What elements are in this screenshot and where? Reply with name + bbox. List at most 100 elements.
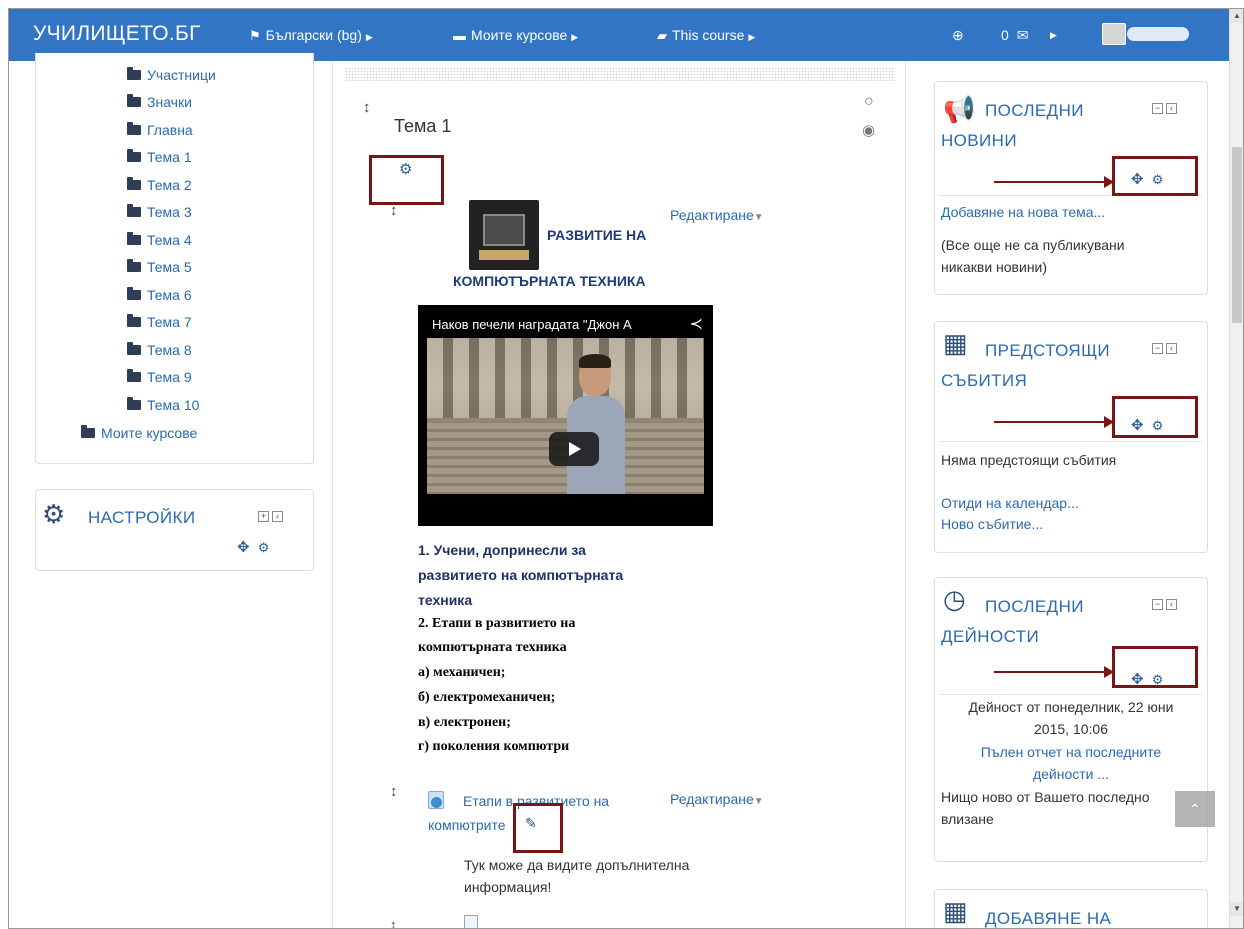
embedded-video[interactable]: Наков печели наградата "Джон А ≺ — [418, 305, 713, 526]
activity-since-line1: Дейност от понеделник, 22 юни — [968, 699, 1174, 715]
scroll-up-arrow-icon[interactable]: ▲ — [1230, 9, 1243, 23]
folder-icon — [127, 94, 141, 107]
add-new-topic-link[interactable]: Добавяне на нова тема... — [941, 204, 1105, 220]
calendar-icon: ▦ — [943, 328, 968, 358]
activity-since-line2: 2015, 10:06 — [1034, 721, 1108, 737]
annotation-arrow — [994, 416, 1114, 428]
tree-item-label: Тема 8 — [147, 342, 192, 358]
book-icon: ▰ — [657, 28, 667, 43]
person-figure — [567, 354, 625, 494]
info-text-line2: информация! — [464, 879, 552, 895]
events-title-line2: СЪБИТИЯ — [941, 371, 1028, 390]
tree-item-label: Участници — [147, 67, 216, 83]
tree-item-topic-5[interactable]: Тема 5 — [127, 259, 192, 275]
envelope-icon: ✉ — [1016, 27, 1029, 43]
edit-menu-resource[interactable]: Редактиране▼ — [670, 207, 764, 223]
tree-item-topic-6[interactable]: Тема 6 — [127, 287, 192, 303]
folder-icon — [127, 287, 141, 300]
annotation-box — [369, 155, 444, 205]
tree-item-my-courses[interactable]: Моите курсове — [81, 425, 197, 441]
description-line: а) механичен; — [418, 665, 506, 680]
person-hair — [579, 354, 611, 368]
tree-item-topic-7[interactable]: Тема 7 — [127, 314, 192, 330]
tree-item-topic-2[interactable]: Тема 2 — [127, 177, 192, 193]
tree-item-participants[interactable]: Участници — [127, 67, 216, 83]
dock-icon[interactable]: ‹ — [1166, 598, 1177, 610]
add-block-block: ▦ ДОБАВЯНЕ НА — [934, 889, 1208, 928]
activity-drag-handle-icon[interactable]: ↕ — [390, 917, 397, 928]
block-controls: − ‹ — [1149, 342, 1177, 354]
annotation-box — [1112, 156, 1198, 196]
add-block-title: ДОБАВЯНЕ НА — [985, 909, 1112, 928]
vertical-scrollbar[interactable]: ▲ ▼ — [1229, 9, 1243, 928]
folder-icon — [127, 342, 141, 355]
highlight-lightbulb-icon[interactable]: ○ — [864, 93, 874, 111]
resource-title-line1: РАЗВИТИЕ НА — [547, 227, 647, 243]
folder-icon — [127, 259, 141, 272]
this-course-label: This course — [672, 27, 745, 43]
clock-icon: ◷ — [943, 584, 966, 614]
description-line: компютърната техника — [418, 640, 567, 655]
full-report-link-line1[interactable]: Пълен отчет на последните — [940, 744, 1202, 760]
notifications-icon[interactable]: ⊕ — [952, 27, 964, 44]
dock-icon[interactable]: ‹ — [272, 510, 283, 522]
section-zero-strip — [345, 67, 895, 81]
computer-resource-icon — [469, 200, 539, 270]
tree-item-topic-9[interactable]: Тема 9 — [127, 369, 192, 385]
tree-item-topic-8[interactable]: Тема 8 — [127, 342, 192, 358]
url-resource-icon — [428, 791, 444, 809]
nothing-new-line1: Нищо ново от Вашето последно — [941, 789, 1150, 805]
user-avatar[interactable] — [1102, 23, 1126, 45]
block-actions-gear-icon[interactable]: ⚙ — [258, 540, 270, 555]
goto-calendar-link[interactable]: Отиди на календар... — [941, 495, 1079, 511]
folder-icon — [127, 122, 141, 135]
this-course-menu[interactable]: ▰ This course ▶ — [657, 27, 755, 44]
news-title-line1: ПОСЛЕДНИ — [985, 101, 1084, 120]
flag-icon: ⚑ — [249, 28, 261, 43]
tree-item-topic-1[interactable]: Тема 1 — [127, 149, 192, 165]
activity-drag-handle-icon[interactable]: ↕ — [390, 202, 398, 219]
resource-link-line2[interactable]: компютрите — [428, 817, 506, 833]
messages-menu[interactable]: 0 ✉ — [1001, 27, 1028, 44]
collapse-icon[interactable]: − — [1152, 102, 1163, 114]
language-menu[interactable]: ⚑ Български (bg) ▶ — [249, 27, 373, 44]
description-line: в) електронен; — [418, 715, 511, 730]
tree-item-topic-3[interactable]: Тема 3 — [127, 204, 192, 220]
description-line: 2. Етапи в развитието на — [418, 616, 576, 631]
tree-item-label: Тема 2 — [147, 177, 192, 193]
move-icon[interactable]: ✥ — [237, 539, 250, 556]
visibility-eye-icon[interactable]: ◉ — [862, 121, 875, 139]
full-report-link-line2[interactable]: дейности ... — [940, 766, 1202, 782]
block-edit-controls: ✥ ⚙ — [237, 538, 269, 556]
settings-block: ⚙ НАСТРОЙКИ + ‹ ✥ ⚙ — [35, 489, 314, 571]
tree-item-main[interactable]: Главна — [127, 122, 193, 138]
section-drag-handle-icon[interactable]: ↕ — [363, 99, 371, 116]
dock-icon[interactable]: ‹ — [1166, 102, 1177, 114]
new-event-link[interactable]: Ново събитие... — [941, 516, 1043, 532]
activity-drag-handle-icon[interactable]: ↕ — [390, 783, 398, 800]
expand-icon[interactable]: + — [258, 510, 269, 522]
column-divider — [332, 61, 333, 928]
play-button-icon[interactable] — [549, 432, 599, 466]
video-title[interactable]: Наков печели наградата "Джон А — [432, 317, 692, 332]
scroll-down-arrow-icon[interactable]: ▼ — [1230, 902, 1243, 916]
tree-item-badges[interactable]: Значки — [127, 94, 192, 110]
monitor-screen — [483, 214, 525, 246]
no-upcoming-events: Няма предстоящи събития — [941, 452, 1117, 468]
tree-item-topic-4[interactable]: Тема 4 — [127, 232, 192, 248]
scroll-thumb[interactable] — [1232, 147, 1242, 323]
briefcase-icon: ▬ — [453, 28, 466, 43]
site-brand[interactable]: УЧИЛИЩЕТО.БГ — [33, 22, 201, 46]
user-menu-caret-icon[interactable]: ▶ — [1050, 30, 1057, 41]
tree-item-topic-10[interactable]: Тема 10 — [127, 397, 199, 413]
collapse-icon[interactable]: − — [1152, 598, 1163, 610]
dock-icon[interactable]: ‹ — [1166, 342, 1177, 354]
folder-icon — [127, 397, 141, 410]
my-courses-menu[interactable]: ▬ Моите курсове ▶ — [453, 27, 578, 43]
back-to-top-button[interactable]: ⌃ — [1175, 791, 1215, 827]
share-icon[interactable]: ≺ — [690, 314, 703, 334]
folder-icon — [127, 314, 141, 327]
edit-menu-link[interactable]: Редактиране▼ — [670, 791, 764, 807]
collapse-icon[interactable]: − — [1152, 342, 1163, 354]
recent-activity-block: ◷ ПОСЛЕДНИ ДЕЙНОСТИ − ‹ ✥ ⚙ Дейност от по… — [934, 577, 1208, 862]
